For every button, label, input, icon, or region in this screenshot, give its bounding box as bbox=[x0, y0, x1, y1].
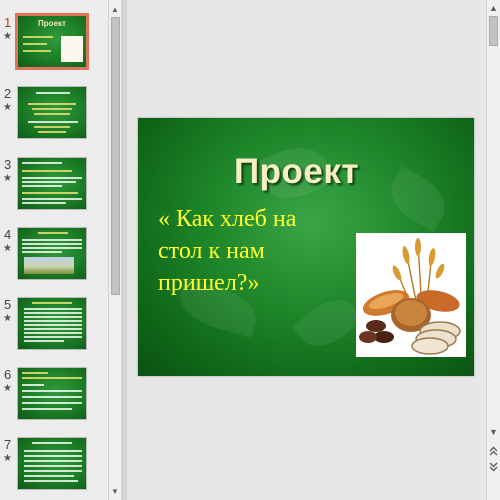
slide-editing-area: Проект « Как хлеб на стол к нам пришел?» bbox=[127, 0, 486, 500]
thumbnail-frame bbox=[17, 367, 87, 420]
star-icon: ★ bbox=[3, 313, 12, 324]
slide-scrollbar[interactable]: ▲ ▼ bbox=[486, 0, 500, 500]
thumbnail-scrollbar-thumb[interactable] bbox=[111, 17, 120, 295]
thumbnail-image bbox=[61, 36, 83, 62]
current-slide[interactable]: Проект « Как хлеб на стол к нам пришел?» bbox=[138, 118, 474, 376]
thumbnail-frame bbox=[17, 297, 87, 350]
star-icon: ★ bbox=[3, 31, 12, 42]
star-icon: ★ bbox=[3, 453, 12, 464]
thumbnail-frame: Проект bbox=[15, 13, 89, 70]
subtitle-line: стол к нам bbox=[158, 238, 265, 264]
thumbnail-image bbox=[24, 257, 74, 274]
slide-title[interactable]: Проект bbox=[138, 152, 474, 192]
slide-number: 3 bbox=[4, 157, 12, 172]
slide-number: 4 bbox=[4, 227, 12, 242]
star-icon: ★ bbox=[3, 173, 12, 184]
triangle-up-icon[interactable]: ▲ bbox=[109, 2, 121, 16]
powerpoint-window: 1 ★ Проект 2 ★ 3 ★ 4 ★ 5 ★ 6 ★ 7 ★ ▲ ▼ П… bbox=[0, 0, 500, 500]
bread-wheat-image[interactable] bbox=[356, 233, 466, 357]
subtitle-line: « Как хлеб на bbox=[158, 206, 297, 232]
thumbnail-scrollbar[interactable]: ▲ ▼ bbox=[108, 0, 122, 500]
thumbnail-slide-3[interactable]: 3 ★ bbox=[0, 157, 108, 221]
slide-scrollbar-thumb[interactable] bbox=[489, 16, 498, 46]
slide-number: 5 bbox=[4, 297, 12, 312]
thumbnail-slide-5[interactable]: 5 ★ bbox=[0, 297, 108, 361]
slide-number: 7 bbox=[4, 437, 12, 452]
slide-number: 6 bbox=[4, 367, 12, 382]
thumbnail-title: Проект bbox=[38, 19, 66, 28]
subtitle-line: пришел?» bbox=[158, 270, 260, 296]
slide-subtitle[interactable]: « Как хлеб на стол к нам пришел?» bbox=[158, 203, 348, 299]
double-chevron-down-icon[interactable] bbox=[487, 460, 500, 474]
triangle-down-icon[interactable]: ▼ bbox=[487, 426, 500, 438]
star-icon: ★ bbox=[3, 243, 12, 254]
thumbnail-slide-6[interactable]: 6 ★ bbox=[0, 367, 108, 431]
thumbnail-frame bbox=[17, 157, 87, 210]
thumbnail-slide-1[interactable]: 1 ★ Проект bbox=[0, 13, 108, 79]
thumbnail-slide-4[interactable]: 4 ★ bbox=[0, 227, 108, 291]
thumbnail-frame bbox=[17, 437, 87, 490]
slide-thumbnail-pane: 1 ★ Проект 2 ★ 3 ★ 4 ★ 5 ★ 6 ★ 7 ★ bbox=[0, 0, 108, 500]
slide-number: 2 bbox=[4, 86, 12, 101]
triangle-down-icon[interactable]: ▼ bbox=[109, 484, 121, 498]
thumbnail-slide-7[interactable]: 7 ★ bbox=[0, 437, 108, 500]
slide-number: 1 bbox=[4, 15, 12, 30]
thumbnail-slide-2[interactable]: 2 ★ bbox=[0, 86, 108, 150]
triangle-up-icon[interactable]: ▲ bbox=[487, 2, 500, 14]
double-chevron-up-icon[interactable] bbox=[487, 444, 500, 458]
star-icon: ★ bbox=[3, 383, 12, 394]
thumbnail-frame bbox=[17, 227, 87, 280]
star-icon: ★ bbox=[3, 102, 12, 113]
thumbnail-frame bbox=[17, 86, 87, 139]
